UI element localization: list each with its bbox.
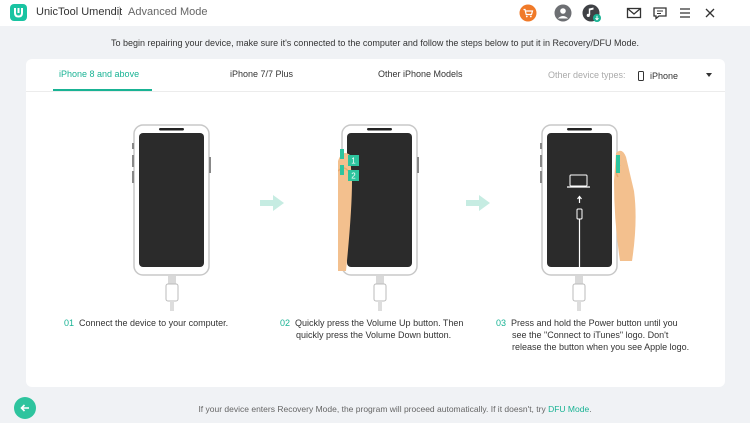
feedback-icon[interactable] <box>650 3 670 23</box>
mode-guide-card: iPhone 8 and above iPhone 7/7 Plus Other… <box>26 59 725 387</box>
footer-note: If your device enters Recovery Mode, the… <box>0 404 750 414</box>
step-number: 02 <box>280 318 291 328</box>
tab-other-iphone-models[interactable]: Other iPhone Models <box>378 69 463 79</box>
arrow-right-icon <box>466 195 490 211</box>
mode-label: Advanced Mode <box>128 6 208 18</box>
model-tabs: iPhone 8 and above iPhone 7/7 Plus Other… <box>26 59 725 92</box>
step-description: Quickly press the Volume Up button. Then… <box>295 318 464 340</box>
app-name: UnicTool Umendit <box>36 6 123 18</box>
title-divider <box>119 6 120 20</box>
step-number: 01 <box>64 318 75 328</box>
active-tab-indicator <box>53 89 152 91</box>
step-2-text: 02 Quickly press the Volume Up button. Th… <box>280 317 480 341</box>
svg-text:1: 1 <box>351 157 356 166</box>
step-3-text: 03 Press and hold the Power button until … <box>496 317 691 353</box>
tab-iphone-8-and-above[interactable]: iPhone 8 and above <box>59 69 139 79</box>
close-icon[interactable] <box>700 3 720 23</box>
device-type-label: Other device types: <box>548 70 626 80</box>
footer-note-text: If your device enters Recovery Mode, the… <box>198 404 549 414</box>
step-1-illustration <box>131 121 241 311</box>
step-description: Press and hold the Power button until yo… <box>511 318 690 352</box>
mail-icon[interactable] <box>624 3 644 23</box>
device-type-select[interactable]: iPhone <box>638 67 718 85</box>
instruction-text: To begin repairing your device, make sur… <box>111 38 639 48</box>
step-description: Connect the device to your computer. <box>79 318 229 328</box>
app-logo-icon <box>10 4 27 21</box>
dfu-mode-link[interactable]: DFU Mode <box>548 404 589 414</box>
phone-icon <box>638 71 644 81</box>
step-1-text: 01 Connect the device to your computer. <box>64 317 284 329</box>
cart-icon[interactable] <box>518 3 538 23</box>
arrow-right-icon <box>260 195 284 211</box>
step-3-illustration <box>540 121 650 311</box>
user-icon[interactable] <box>553 3 573 23</box>
music-update-icon[interactable] <box>582 3 602 23</box>
footer-note-end: . <box>589 404 592 414</box>
title-bar: UnicTool Umendit Advanced Mode <box>0 0 750 26</box>
device-type-value: iPhone <box>650 71 679 81</box>
svg-text:2: 2 <box>351 172 356 181</box>
tab-iphone-7[interactable]: iPhone 7/7 Plus <box>230 69 293 79</box>
chevron-down-icon <box>706 73 712 77</box>
menu-icon[interactable] <box>675 3 695 23</box>
step-2-illustration: 1 2 <box>326 121 448 311</box>
step-number: 03 <box>496 318 507 328</box>
